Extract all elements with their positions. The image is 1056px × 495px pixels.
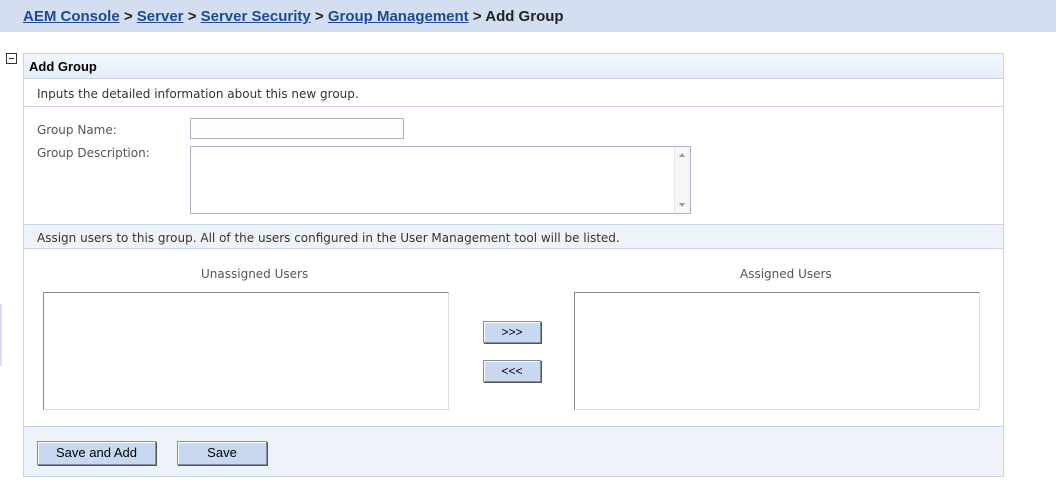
breadcrumb-separator: > [472,8,482,25]
add-group-panel: Add Group Inputs the detailed informatio… [23,53,1004,477]
save-button[interactable]: Save [177,441,267,465]
breadcrumb: AEM Console > Server > Server Security >… [23,8,564,25]
breadcrumb-separator: > [123,8,133,25]
scroll-up-arrow-icon[interactable] [679,153,685,157]
save-and-add-button[interactable]: Save and Add [37,441,156,465]
group-name-input[interactable] [190,118,404,139]
breadcrumb-link-server[interactable]: Server [137,8,184,25]
panel-title: Add Group [29,59,97,74]
left-edge-marker [0,304,2,366]
assign-users-instructions: Assign users to this group. All of the u… [37,231,620,245]
assigned-users-listbox[interactable] [574,292,980,410]
group-description-textarea[interactable] [190,146,691,214]
breadcrumb-current: Add Group [485,8,564,25]
breadcrumb-bar: AEM Console > Server > Server Security >… [0,0,1056,32]
breadcrumb-link-server-security[interactable]: Server Security [201,8,311,25]
assign-users-bar: Assign users to this group. All of the u… [24,224,1003,249]
panel-header: Add Group [24,54,1003,79]
form-footer: Save and Add Save [24,426,1003,476]
add-users-button[interactable]: >>> [483,321,541,343]
group-name-label: Group Name: [37,123,117,137]
unassigned-users-listbox[interactable] [43,292,449,410]
panel-description-row: Inputs the detailed information about th… [24,79,1003,107]
scroll-down-arrow-icon[interactable] [679,203,685,207]
breadcrumb-link-aem-console[interactable]: AEM Console [23,8,120,25]
panel-description: Inputs the detailed information about th… [37,87,359,101]
unassigned-users-heading: Unassigned Users [201,267,309,281]
group-description-label: Group Description: [37,146,150,160]
textarea-scrollbar[interactable] [674,147,690,213]
breadcrumb-separator: > [314,8,324,25]
breadcrumb-separator: > [187,8,197,25]
remove-users-button[interactable]: <<< [483,360,541,382]
breadcrumb-link-group-management[interactable]: Group Management [328,8,469,25]
assigned-users-heading: Assigned Users [740,267,832,281]
collapse-minus-icon[interactable] [6,53,17,64]
